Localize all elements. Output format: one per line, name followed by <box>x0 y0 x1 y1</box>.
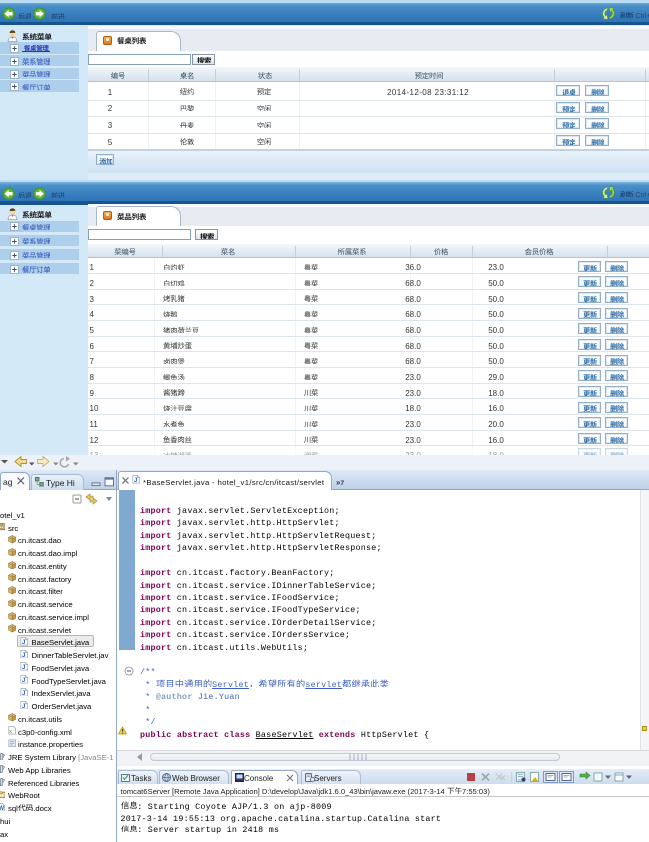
svg-text:x: x <box>9 729 12 735</box>
svg-text:J: J <box>134 478 137 484</box>
svg-text:J: J <box>21 653 24 659</box>
svg-text:W: W <box>0 806 4 811</box>
svg-text:J: J <box>21 640 24 646</box>
svg-text:J: J <box>21 691 24 697</box>
svg-text:J: J <box>21 665 24 671</box>
svg-text:J: J <box>21 678 24 684</box>
svg-text:J: J <box>21 704 24 710</box>
